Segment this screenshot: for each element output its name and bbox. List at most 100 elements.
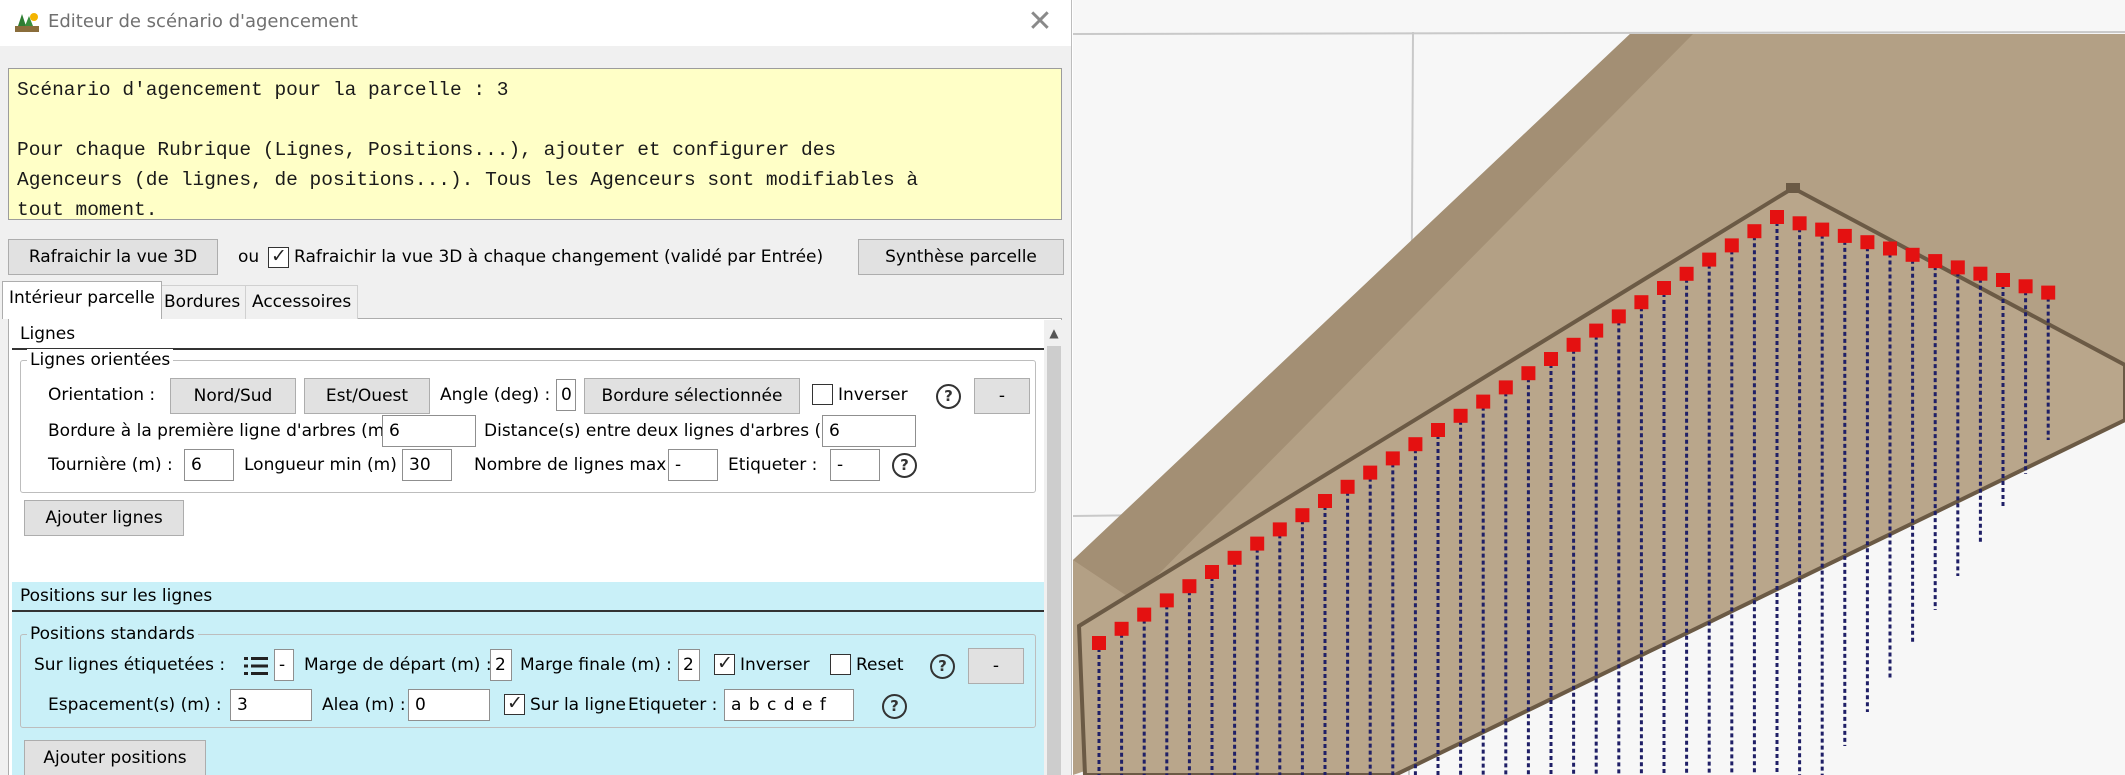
est-ouest-button[interactable]: Est/Ouest (304, 378, 430, 414)
refresh-3d-button[interactable]: Rafraichir la vue 3D (8, 239, 218, 275)
app-icon (15, 13, 39, 32)
row-start-marker (1973, 266, 1988, 281)
close-icon: ✕ (1027, 4, 1053, 39)
tab-interieur-parcelle[interactable]: Intérieur parcelle (2, 281, 162, 319)
tab-accessoires[interactable]: Accessoires (245, 285, 359, 319)
list-icon[interactable] (244, 656, 268, 676)
nord-sud-button[interactable]: Nord/Sud (170, 378, 296, 414)
row-start-marker (1408, 437, 1423, 452)
help-icon[interactable]: ? (936, 384, 961, 409)
row-start-marker (1114, 621, 1129, 636)
lignes-section-header: Lignes (12, 320, 1046, 350)
row-start-marker (1498, 380, 1513, 395)
angle-input[interactable]: 0 (556, 379, 576, 411)
marge-depart-input[interactable]: 2 (490, 649, 512, 681)
row-start-marker (1905, 247, 1920, 262)
help-icon[interactable]: ? (930, 654, 955, 679)
inverser-checkbox[interactable] (812, 384, 833, 405)
marge-finale-label: Marge finale (m) : (520, 655, 672, 675)
etiqueter-input[interactable]: a b c d e f (724, 689, 854, 721)
parcel-corner (1786, 183, 1800, 193)
scenario-editor-dialog: Editeur de scénario d'agencement ✕ Scéna… (0, 0, 1072, 775)
help-icon[interactable]: ? (892, 453, 917, 478)
row-start-marker (2018, 279, 2033, 294)
check-icon: ✓ (271, 245, 287, 267)
row-start-marker (1611, 309, 1626, 324)
3d-viewport[interactable] (1073, 0, 2125, 775)
add-lignes-button[interactable]: Ajouter lignes (24, 500, 184, 536)
sur-lignes-input[interactable]: - (274, 649, 294, 681)
row-start-marker (1837, 228, 1852, 243)
row-start-marker (1340, 479, 1355, 494)
vertical-scrollbar[interactable]: ▲ (1044, 320, 1064, 775)
row-start-marker (1883, 241, 1897, 256)
tab-bordures[interactable]: Bordures (157, 285, 248, 319)
scroll-up-icon[interactable]: ▲ (1044, 320, 1064, 342)
row-start-marker (1589, 323, 1604, 338)
row-start-marker (1724, 238, 1739, 253)
alea-input[interactable]: 0 (408, 689, 490, 721)
auto-refresh-checkbox[interactable]: ✓ (268, 245, 289, 268)
distance-input[interactable]: 6 (822, 415, 916, 447)
longueur-input[interactable]: 30 (402, 449, 452, 481)
window-title: Editeur de scénario d'agencement (48, 11, 358, 32)
info-line: Scénario d'agencement pour la parcelle :… (17, 79, 509, 101)
inverser-label: Inverser (740, 655, 810, 675)
nb-lignes-input[interactable]: - (668, 449, 718, 481)
sur-lignes-label: Sur lignes étiquetées : (34, 655, 226, 675)
remove-agenceur-button[interactable]: - (968, 648, 1024, 684)
remove-agenceur-button[interactable]: - (974, 378, 1030, 414)
marge-finale-input[interactable]: 2 (678, 649, 700, 681)
alea-label: Alea (m) : (322, 695, 406, 715)
inverser-checkbox[interactable]: ✓ (714, 652, 735, 675)
row-start-marker (1928, 254, 1943, 269)
title-bar: Editeur de scénario d'agencement ✕ (0, 0, 1071, 46)
close-button[interactable]: ✕ (1020, 4, 1060, 42)
lignes-section: Lignes Lignes orientées Orientation : No… (12, 320, 1046, 582)
orientation-label: Orientation : (48, 385, 156, 405)
bordure-first-label: Bordure à la première ligne d'arbres (m)… (48, 421, 403, 441)
synthesis-button[interactable]: Synthèse parcelle (858, 239, 1064, 275)
row-start-marker (1227, 550, 1242, 565)
info-line: Pour chaque Rubrique (Lignes, Positions.… (17, 139, 837, 161)
row-start-marker (1950, 260, 1965, 275)
etiqueter-input[interactable]: - (830, 449, 880, 481)
row-start-marker (1476, 394, 1491, 409)
row-start-marker (1657, 281, 1671, 295)
help-icon[interactable]: ? (882, 694, 907, 719)
sur-la-ligne-checkbox[interactable]: ✓ (504, 692, 525, 715)
row-start-marker (1679, 266, 1694, 281)
row-start-marker (1792, 216, 1807, 231)
info-line: Agenceurs (de lignes, de positions...). … (17, 169, 919, 191)
check-icon: ✓ (507, 692, 523, 714)
row-start-marker (1996, 273, 2010, 287)
etiqueter-label: Etiqueter : (728, 455, 818, 475)
row-start-marker (1182, 579, 1197, 594)
row-start-marker (1295, 508, 1310, 523)
row-start-marker (1815, 222, 1830, 237)
row-start-marker (1092, 636, 1106, 650)
tourniere-input[interactable]: 6 (184, 449, 234, 481)
etiqueter-label: Etiqueter : (628, 695, 718, 715)
3d-scene[interactable] (1073, 0, 2125, 775)
scroll-thumb[interactable] (1047, 346, 1061, 775)
group-title: Lignes orientées (27, 349, 174, 371)
longueur-label: Longueur min (m) : (244, 455, 408, 475)
or-label: ou (238, 247, 260, 267)
bordure-selectionnee-button[interactable]: Bordure sélectionnée (584, 378, 800, 414)
espacement-label: Espacement(s) (m) : (48, 695, 222, 715)
group-title: Positions standards (27, 623, 198, 645)
row-start-marker (1747, 224, 1762, 239)
row-start-marker (2041, 285, 2056, 300)
row-start-marker (1363, 465, 1378, 480)
row-start-marker (1702, 252, 1717, 267)
nb-lignes-label: Nombre de lignes max : (474, 455, 678, 475)
row-start-marker (1318, 494, 1332, 508)
sur-la-ligne-label: Sur la ligne (530, 695, 626, 715)
reset-checkbox[interactable] (830, 654, 851, 675)
row-start-marker (1431, 423, 1445, 437)
add-positions-button[interactable]: Ajouter positions (24, 740, 206, 775)
row-start-marker (1453, 408, 1468, 423)
espacement-input[interactable]: 3 (230, 689, 312, 721)
bordure-first-input[interactable]: 6 (382, 415, 476, 447)
